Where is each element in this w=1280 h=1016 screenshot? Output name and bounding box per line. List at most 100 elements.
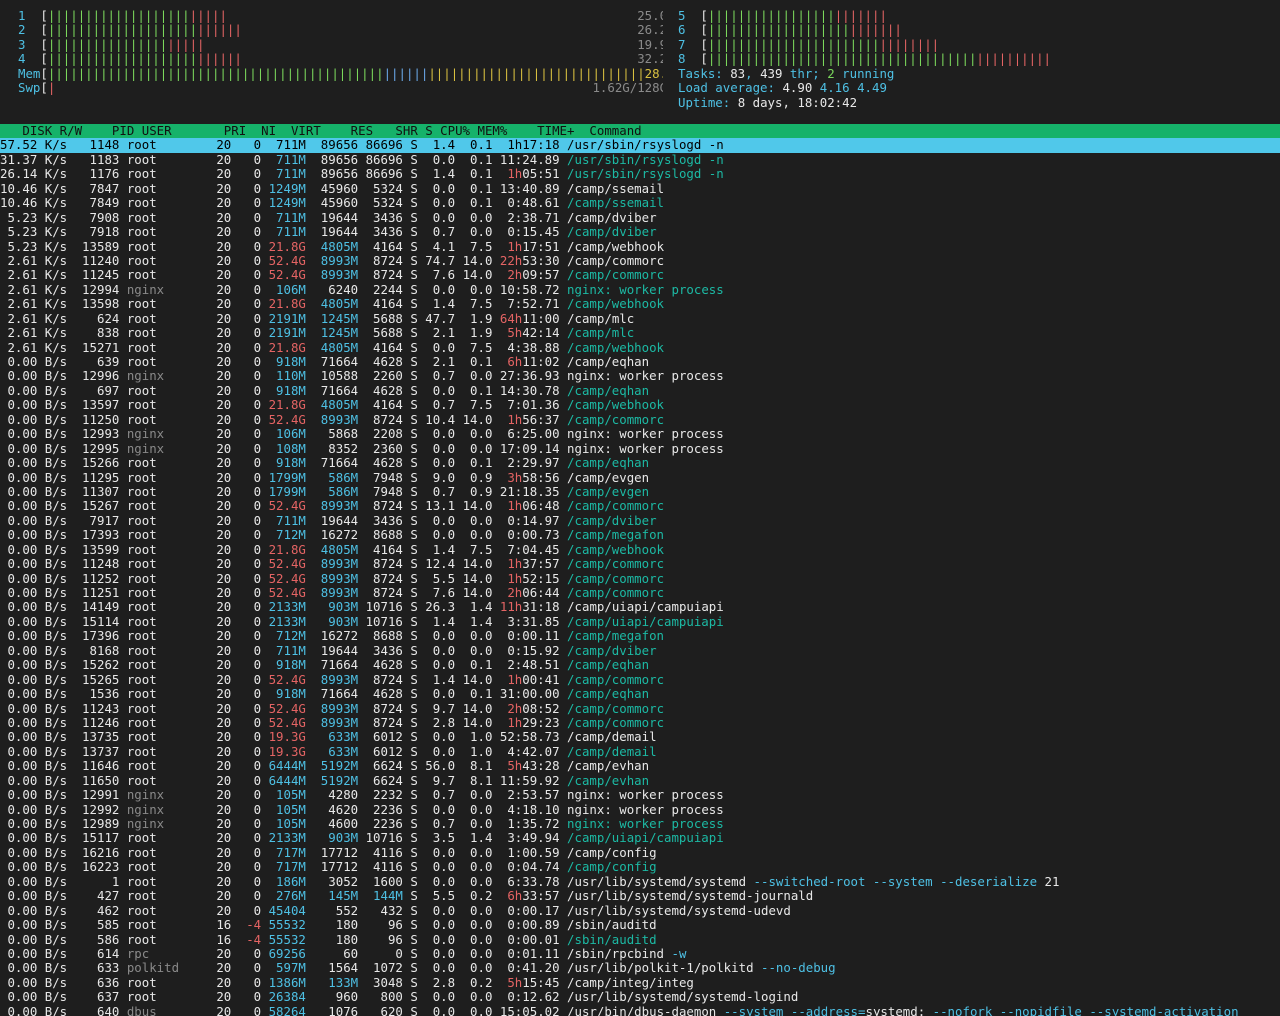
separator <box>1037 875 1044 889</box>
table-row[interactable]: 0.00 B/s 614 rpc 20 0 69256 60 0 S 0.0 0… <box>0 947 1280 961</box>
table-row[interactable]: 0.00 B/s 12992 nginx 20 0 105M 4620 2236… <box>0 803 1280 817</box>
priority: 20 <box>193 355 232 369</box>
table-row[interactable]: 0.00 B/s 11646 root 20 0 6444M 5192M 662… <box>0 759 1280 773</box>
process-table[interactable]: DISK R/W PID USER PRI NI VIRT RES SHR S … <box>0 124 1280 1016</box>
table-row-selected[interactable]: 57.52 K/s 1148 root 20 0 711M 89656 8669… <box>0 138 1280 153</box>
column-header-pri[interactable]: PRI <box>209 124 246 138</box>
table-row[interactable]: 0.00 B/s 11307 root 20 0 1799M 586M 7948… <box>0 485 1280 499</box>
table-row[interactable]: 0.00 B/s 16216 root 20 0 717M 17712 4116… <box>0 846 1280 860</box>
column-header-cpu[interactable]: CPU% <box>433 124 470 138</box>
column-header-shr[interactable]: SHR <box>373 124 417 138</box>
disk-rw: 0.00 B/s <box>0 730 68 745</box>
column-header-pid[interactable]: PID <box>82 124 134 138</box>
table-row[interactable]: 0.00 B/s 637 root 20 0 26384 960 800 S 0… <box>0 990 1280 1004</box>
table-row[interactable]: 0.00 B/s 15267 root 20 0 52.4G 8993M 872… <box>0 499 1280 513</box>
column-header-user[interactable]: USER <box>134 124 209 138</box>
table-row[interactable]: 0.00 B/s 15117 root 20 0 2133M 903M 1071… <box>0 831 1280 845</box>
table-row[interactable]: 2.61 K/s 15271 root 20 0 21.8G 4805M 416… <box>0 341 1280 355</box>
table-row[interactable]: 0.00 B/s 11251 root 20 0 52.4G 8993M 872… <box>0 586 1280 600</box>
table-row[interactable]: 0.00 B/s 585 root 16 -4 55532 180 96 S 0… <box>0 918 1280 932</box>
table-row[interactable]: 0.00 B/s 13599 root 20 0 21.8G 4805M 416… <box>0 543 1280 557</box>
table-header[interactable]: DISK R/W PID USER PRI NI VIRT RES SHR S … <box>0 124 1280 139</box>
table-row[interactable]: 0.00 B/s 11246 root 20 0 52.4G 8993M 872… <box>0 716 1280 730</box>
table-row[interactable]: 0.00 B/s 15266 root 20 0 918M 71664 4628… <box>0 456 1280 470</box>
table-row[interactable]: 0.00 B/s 11248 root 20 0 52.4G 8993M 872… <box>0 557 1280 571</box>
shr: 2260 <box>358 369 403 384</box>
table-row[interactable]: 5.23 K/s 7918 root 20 0 711M 19644 3436 … <box>0 225 1280 239</box>
table-row[interactable]: 0.00 B/s 7917 root 20 0 711M 19644 3436 … <box>0 514 1280 528</box>
table-row[interactable]: 0.00 B/s 14149 root 20 0 2133M 903M 1071… <box>0 600 1280 614</box>
table-row[interactable]: 31.37 K/s 1183 root 20 0 711M 89656 8669… <box>0 153 1280 167</box>
table-row[interactable]: 0.00 B/s 697 root 20 0 918M 71664 4628 S… <box>0 384 1280 398</box>
table-row[interactable]: 10.46 K/s 7849 root 20 0 1249M 45960 532… <box>0 196 1280 210</box>
table-row[interactable]: 0.00 B/s 17393 root 20 0 712M 16272 8688… <box>0 528 1280 542</box>
table-row[interactable]: 0.00 B/s 11243 root 20 0 52.4G 8993M 872… <box>0 702 1280 716</box>
nice: -4 <box>231 918 262 933</box>
table-row[interactable]: 0.00 B/s 1 root 20 0 186M 3052 1600 S 0.… <box>0 875 1280 889</box>
table-row[interactable]: 0.00 B/s 636 root 20 0 1386M 133M 3048 S… <box>0 976 1280 990</box>
table-row[interactable]: 10.46 K/s 7847 root 20 0 1249M 45960 532… <box>0 182 1280 196</box>
table-row[interactable]: 2.61 K/s 838 root 20 0 2191M 1245M 5688 … <box>0 326 1280 340</box>
table-row[interactable]: 2.61 K/s 12994 nginx 20 0 106M 6240 2244… <box>0 283 1280 297</box>
virt: 711M <box>261 210 306 225</box>
disk-rw: 0.00 B/s <box>0 701 68 716</box>
table-row[interactable]: 0.00 B/s 462 root 20 0 45404 552 432 S 0… <box>0 904 1280 918</box>
table-row[interactable]: 0.00 B/s 1536 root 20 0 918M 71664 4628 … <box>0 687 1280 701</box>
table-row[interactable]: 0.00 B/s 8168 root 20 0 711M 19644 3436 … <box>0 644 1280 658</box>
table-row[interactable]: 0.00 B/s 13737 root 20 0 19.3G 633M 6012… <box>0 745 1280 759</box>
table-row[interactable]: 26.14 K/s 1176 root 20 0 711M 89656 8669… <box>0 167 1280 181</box>
table-row[interactable]: 0.00 B/s 12996 nginx 20 0 110M 10588 226… <box>0 369 1280 383</box>
table-row[interactable]: 0.00 B/s 639 root 20 0 918M 71664 4628 S… <box>0 355 1280 369</box>
table-row[interactable]: 0.00 B/s 11252 root 20 0 52.4G 8993M 872… <box>0 572 1280 586</box>
shr: 3048 <box>358 975 403 990</box>
column-header-virt[interactable]: VIRT <box>276 124 321 138</box>
column-header-cmd[interactable]: Command <box>574 124 1280 138</box>
column-header-ni[interactable]: NI <box>246 124 276 138</box>
table-row[interactable]: 0.00 B/s 12989 nginx 20 0 105M 4600 2236… <box>0 817 1280 831</box>
table-row[interactable]: 0.00 B/s 13597 root 20 0 21.8G 4805M 416… <box>0 398 1280 412</box>
table-row[interactable]: 0.00 B/s 11650 root 20 0 6444M 5192M 662… <box>0 774 1280 788</box>
process-rows[interactable]: 57.52 K/s 1148 root 20 0 711M 89656 8669… <box>0 138 1280 1016</box>
table-row[interactable]: 2.61 K/s 11245 root 20 0 52.4G 8993M 872… <box>0 268 1280 282</box>
table-row[interactable]: 0.00 B/s 633 polkitd 20 0 597M 1564 1072… <box>0 961 1280 975</box>
table-row[interactable]: 5.23 K/s 13589 root 20 0 21.8G 4805M 416… <box>0 240 1280 254</box>
column-header-s[interactable]: S <box>418 124 432 138</box>
table-row[interactable]: 0.00 B/s 16223 root 20 0 717M 17712 4116… <box>0 860 1280 874</box>
table-row[interactable]: 0.00 B/s 640 dbus 20 0 58264 1076 620 S … <box>0 1005 1280 1016</box>
table-row[interactable]: 0.00 B/s 11295 root 20 0 1799M 586M 7948… <box>0 471 1280 485</box>
table-row[interactable]: 0.00 B/s 11250 root 20 0 52.4G 8993M 872… <box>0 413 1280 427</box>
priority: 20 <box>193 643 232 658</box>
state: S <box>402 181 418 196</box>
nice: 0 <box>231 990 262 1005</box>
table-row[interactable]: 2.61 K/s 624 root 20 0 2191M 1245M 5688 … <box>0 312 1280 326</box>
table-row[interactable]: 2.61 K/s 13598 root 20 0 21.8G 4805M 416… <box>0 297 1280 311</box>
state: S <box>402 412 418 427</box>
column-header-disk[interactable]: DISK R/W <box>0 124 82 138</box>
table-row[interactable]: 0.00 B/s 12995 nginx 20 0 108M 8352 2360… <box>0 442 1280 456</box>
virt: 45404 <box>261 903 306 918</box>
mem-percent: 0.1 <box>455 152 493 167</box>
table-row[interactable]: 0.00 B/s 15262 root 20 0 918M 71664 4628… <box>0 658 1280 672</box>
table-row[interactable]: 0.00 B/s 427 root 20 0 276M 145M 144M S … <box>0 889 1280 903</box>
table-row[interactable]: 0.00 B/s 15114 root 20 0 2133M 903M 1071… <box>0 615 1280 629</box>
virt: 19.3G <box>261 730 306 745</box>
user: root <box>119 744 194 759</box>
table-row[interactable]: 2.61 K/s 11240 root 20 0 52.4G 8993M 872… <box>0 254 1280 268</box>
table-row[interactable]: 0.00 B/s 586 root 16 -4 55532 180 96 S 0… <box>0 933 1280 947</box>
table-row[interactable]: 0.00 B/s 12993 nginx 20 0 106M 5868 2208… <box>0 427 1280 441</box>
column-header-time[interactable]: TIME+ <box>507 124 574 138</box>
mem-percent: 0.1 <box>455 181 493 196</box>
res: 5192M <box>305 759 359 774</box>
priority: 20 <box>193 253 232 268</box>
mem-percent: 0.0 <box>455 860 493 875</box>
table-row[interactable]: 0.00 B/s 17396 root 20 0 712M 16272 8688… <box>0 629 1280 643</box>
command-thread: /camp/megafon <box>567 528 665 543</box>
table-row[interactable]: 0.00 B/s 13735 root 20 0 19.3G 633M 6012… <box>0 730 1280 744</box>
column-header-res[interactable]: RES <box>321 124 373 138</box>
table-row[interactable]: 0.00 B/s 15265 root 20 0 52.4G 8993M 872… <box>0 673 1280 687</box>
virt: 105M <box>261 788 306 803</box>
column-header-mem[interactable]: MEM% <box>470 124 507 138</box>
table-row[interactable]: 0.00 B/s 12991 nginx 20 0 105M 4280 2232… <box>0 788 1280 802</box>
table-row[interactable]: 5.23 K/s 7908 root 20 0 711M 19644 3436 … <box>0 211 1280 225</box>
priority: 20 <box>193 860 232 875</box>
